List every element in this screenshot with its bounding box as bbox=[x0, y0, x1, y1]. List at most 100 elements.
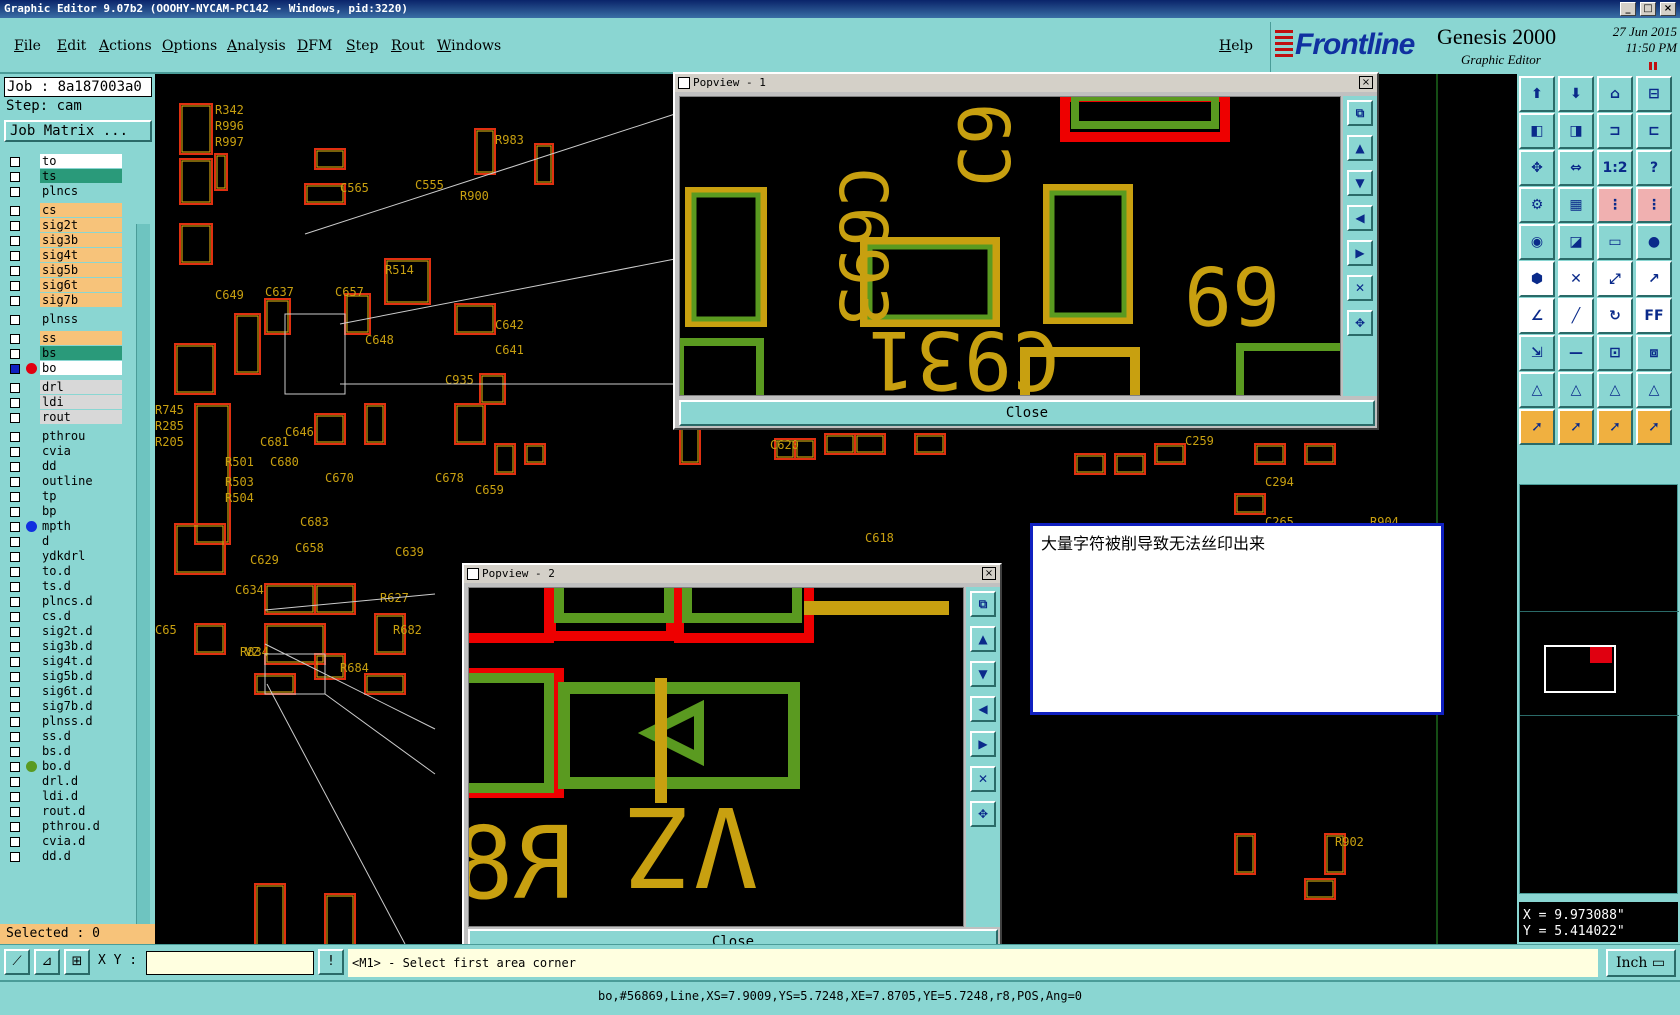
triangle-icon[interactable]: △ bbox=[1597, 372, 1633, 408]
pan-right-icon[interactable]: ▶ bbox=[1347, 240, 1373, 266]
fill-icon[interactable]: ◪ bbox=[1558, 224, 1594, 260]
layer-checkbox[interactable] bbox=[10, 413, 20, 423]
layer-checkbox[interactable] bbox=[10, 552, 20, 562]
layer-checkbox[interactable] bbox=[10, 822, 20, 832]
layer-checkbox[interactable] bbox=[10, 807, 20, 817]
menu-step[interactable]: Step bbox=[346, 38, 378, 54]
layer-checkbox[interactable] bbox=[10, 642, 20, 652]
help-icon[interactable]: ? bbox=[1636, 150, 1672, 186]
zoom-out-icon[interactable]: ✕ bbox=[1347, 275, 1373, 301]
layer-row-sig2t-d[interactable]: sig2t.d bbox=[6, 624, 124, 639]
popview-2-close-icon[interactable]: × bbox=[982, 567, 996, 580]
layer-row-dd[interactable]: dd bbox=[6, 459, 124, 474]
layer-checkbox[interactable] bbox=[10, 206, 20, 216]
layer-checkbox[interactable] bbox=[10, 334, 20, 344]
layer-checkbox[interactable] bbox=[10, 187, 20, 197]
layer-row-plnss[interactable]: plnss bbox=[6, 312, 124, 327]
layer-row-dd-d[interactable]: dd.d bbox=[6, 849, 124, 864]
layer-row-tp[interactable]: tp bbox=[6, 489, 124, 504]
layer-row-sig5b-d[interactable]: sig5b.d bbox=[6, 669, 124, 684]
triangle-icon[interactable]: △ bbox=[1519, 372, 1555, 408]
group-icon[interactable]: ⧈ bbox=[1636, 335, 1672, 371]
mirror-icon[interactable]: FF bbox=[1636, 298, 1672, 334]
layer-row-sig2t[interactable]: sig2t bbox=[6, 218, 124, 233]
overview-map[interactable] bbox=[1519, 484, 1679, 894]
job-matrix-button[interactable]: Job Matrix ... bbox=[4, 120, 152, 142]
layer-row-sig4t[interactable]: sig4t bbox=[6, 248, 124, 263]
menu-edit[interactable]: Edit bbox=[57, 38, 86, 54]
pan-right-icon[interactable]: ▶ bbox=[970, 731, 996, 757]
layer-down-icon[interactable]: ⬇ bbox=[1558, 76, 1594, 112]
snap-icon[interactable]: ⟋ bbox=[4, 949, 30, 975]
triangle-icon[interactable]: △ bbox=[1558, 372, 1594, 408]
frame-icon[interactable]: ⊡ bbox=[1597, 335, 1633, 371]
layer-row-ydkdrl[interactable]: ydkdrl bbox=[6, 549, 124, 564]
layer-checkbox[interactable] bbox=[10, 732, 20, 742]
layer-row-d[interactable]: d bbox=[6, 534, 124, 549]
ruler-icon[interactable]: ▭ bbox=[1597, 224, 1633, 260]
layer-checkbox[interactable] bbox=[10, 777, 20, 787]
layer-checkbox[interactable] bbox=[10, 462, 20, 472]
layer-checkbox[interactable] bbox=[10, 364, 20, 374]
layer-row-sig5b[interactable]: sig5b bbox=[6, 263, 124, 278]
select-icon[interactable]: ➚ bbox=[1519, 409, 1555, 445]
select-icon[interactable]: ➚ bbox=[1558, 409, 1594, 445]
move-icon[interactable]: ↗ bbox=[1636, 261, 1672, 297]
layer-checkbox[interactable] bbox=[10, 172, 20, 182]
layer-row-plncs[interactable]: plncs bbox=[6, 184, 124, 199]
snap-icon[interactable]: ⇲ bbox=[1519, 335, 1555, 371]
zoom-fit-icon[interactable]: ✥ bbox=[1347, 310, 1373, 336]
layer-checkbox[interactable] bbox=[10, 507, 20, 517]
cross-icon[interactable]: ✕ bbox=[1558, 261, 1594, 297]
layer-checkbox[interactable] bbox=[10, 612, 20, 622]
layer-row-to-d[interactable]: to.d bbox=[6, 564, 124, 579]
grid-icon[interactable]: ⊞ bbox=[64, 949, 90, 975]
layer-row-ss-d[interactable]: ss.d bbox=[6, 729, 124, 744]
layer-row-sig6t-d[interactable]: sig6t.d bbox=[6, 684, 124, 699]
panel-right-icon[interactable]: ◨ bbox=[1558, 113, 1594, 149]
triangle-icon[interactable]: △ bbox=[1636, 372, 1672, 408]
layer-checkbox[interactable] bbox=[10, 792, 20, 802]
align-icon[interactable]: ⋮ bbox=[1636, 187, 1672, 223]
layer-row-bs-d[interactable]: bs.d bbox=[6, 744, 124, 759]
menu-rout[interactable]: Rout bbox=[391, 38, 425, 54]
zoom-window-icon[interactable]: ⧉ bbox=[970, 591, 996, 617]
layer-checkbox[interactable] bbox=[10, 432, 20, 442]
layer-row-plnss-d[interactable]: plnss.d bbox=[6, 714, 124, 729]
menu-help[interactable]: Help bbox=[1219, 38, 1253, 54]
layer-checkbox[interactable] bbox=[10, 492, 20, 502]
layer-row-cs[interactable]: cs bbox=[6, 203, 124, 218]
layer-list-scrollbar[interactable] bbox=[136, 224, 150, 994]
close-window-button[interactable]: × bbox=[1660, 2, 1676, 16]
panel-left-icon[interactable]: ◧ bbox=[1519, 113, 1555, 149]
zoom-window-icon[interactable]: ⧉ bbox=[1347, 100, 1373, 126]
line-icon[interactable]: ╱ bbox=[1558, 298, 1594, 334]
layer-checkbox[interactable] bbox=[10, 627, 20, 637]
menu-analysis[interactable]: Analysis bbox=[227, 38, 286, 54]
layer-up-icon[interactable]: ⬆ bbox=[1519, 76, 1555, 112]
minimize-button[interactable]: _ bbox=[1620, 2, 1636, 16]
zoom-out-icon[interactable]: ✕ bbox=[970, 766, 996, 792]
layer-row-bs[interactable]: bs bbox=[6, 346, 124, 361]
layer-checkbox[interactable] bbox=[10, 157, 20, 167]
layer-checkbox[interactable] bbox=[10, 398, 20, 408]
dash-icon[interactable]: — bbox=[1558, 335, 1594, 371]
layer-row-drl-d[interactable]: drl.d bbox=[6, 774, 124, 789]
xy-input[interactable] bbox=[146, 951, 314, 975]
pan-down-icon[interactable]: ▼ bbox=[970, 661, 996, 687]
layer-checkbox[interactable] bbox=[10, 567, 20, 577]
select-icon[interactable]: ➚ bbox=[1636, 409, 1672, 445]
layer-checkbox[interactable] bbox=[10, 522, 20, 532]
layer-row-bo-d[interactable]: bo.d bbox=[6, 759, 124, 774]
layer-row-outline[interactable]: outline bbox=[6, 474, 124, 489]
layer-checkbox[interactable] bbox=[10, 762, 20, 772]
layer-row-mpth[interactable]: mpth bbox=[6, 519, 124, 534]
layer-checkbox[interactable] bbox=[10, 537, 20, 547]
layer-row-sig7b[interactable]: sig7b bbox=[6, 293, 124, 308]
menu-file[interactable]: File bbox=[14, 38, 41, 54]
menu-options[interactable]: Options bbox=[162, 38, 217, 54]
layer-row-pthrou-d[interactable]: pthrou.d bbox=[6, 819, 124, 834]
settings-icon[interactable]: ⚙ bbox=[1519, 187, 1555, 223]
pan-left-icon[interactable]: ◀ bbox=[1347, 205, 1373, 231]
bracket-left-icon[interactable]: ⊐ bbox=[1597, 113, 1633, 149]
